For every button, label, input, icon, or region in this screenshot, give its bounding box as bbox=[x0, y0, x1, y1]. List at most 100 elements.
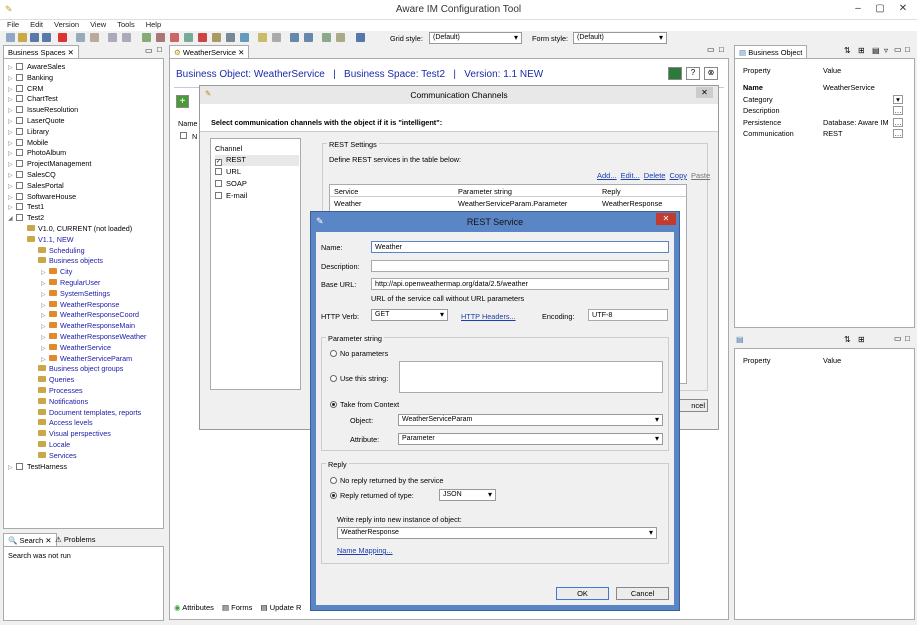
tree-item[interactable]: ▷ WeatherResponseCoord bbox=[41, 309, 139, 320]
add-attribute-icon[interactable]: + bbox=[176, 95, 189, 108]
tab-update-rules[interactable]: ▤ Update R bbox=[261, 603, 302, 612]
channel-checkbox[interactable] bbox=[215, 168, 222, 175]
edit-property-button[interactable]: … bbox=[893, 106, 903, 115]
expand-icon[interactable]: ▷ bbox=[8, 463, 14, 474]
minimize-button[interactable]: – bbox=[848, 2, 868, 16]
channel-e-mail[interactable]: E-mail bbox=[215, 191, 299, 202]
tool2-icon[interactable] bbox=[156, 33, 165, 42]
delete-icon[interactable] bbox=[58, 33, 67, 42]
tree-item[interactable]: ▷ CRM bbox=[8, 83, 43, 94]
tree-item[interactable]: Business objects bbox=[30, 255, 103, 266]
tab-attributes[interactable]: ◉ Attributes bbox=[174, 603, 214, 612]
menu-item-tools[interactable]: Tools bbox=[117, 20, 135, 29]
tool3-icon[interactable] bbox=[170, 33, 179, 42]
tree-item[interactable]: Access levels bbox=[30, 417, 93, 428]
tree-item[interactable]: ▷ AwareSales bbox=[8, 61, 65, 72]
form-style-select[interactable]: (Default) bbox=[573, 32, 667, 44]
link-copy[interactable]: Copy bbox=[669, 171, 687, 180]
tree-item[interactable]: Locale bbox=[30, 439, 70, 450]
menu-item-version[interactable]: Version bbox=[54, 20, 79, 29]
reply-object-select[interactable]: WeatherResponse bbox=[337, 527, 657, 539]
tool9-icon[interactable] bbox=[272, 33, 281, 42]
channel-checkbox[interactable] bbox=[215, 180, 222, 187]
tree-item[interactable]: Notifications bbox=[30, 396, 88, 407]
grid-style-select[interactable]: (Default) bbox=[429, 32, 522, 44]
param-string-textarea[interactable] bbox=[399, 361, 663, 393]
tree-item[interactable]: ▷ IssueResolution bbox=[8, 104, 78, 115]
tool8-icon[interactable] bbox=[240, 33, 249, 42]
name-mapping-link[interactable]: Name Mapping... bbox=[337, 546, 393, 555]
tree-item[interactable]: Business object groups bbox=[30, 363, 123, 374]
tree-item[interactable]: Visual perspectives bbox=[30, 428, 111, 439]
row-checkbox[interactable] bbox=[180, 132, 187, 139]
rest-dialog-close-button[interactable]: ✕ bbox=[656, 213, 676, 225]
tree-item[interactable]: ▷ RegularUser bbox=[41, 277, 100, 288]
channel-url[interactable]: URL bbox=[215, 167, 299, 178]
tree-item[interactable]: ▷ LaserQuote bbox=[8, 115, 65, 126]
copy-icon[interactable] bbox=[76, 33, 85, 42]
menu-icon[interactable]: ▿ bbox=[884, 46, 888, 55]
save-all-icon[interactable] bbox=[42, 33, 51, 42]
link-edit[interactable]: Edit... bbox=[621, 171, 640, 180]
tree-item[interactable]: ▷ ProjectManagement bbox=[8, 158, 91, 169]
tree-item[interactable]: ▷ WeatherService bbox=[41, 342, 111, 353]
object-select[interactable]: WeatherServiceParam bbox=[398, 414, 663, 426]
tab-business-spaces[interactable]: Business Spaces ✕ bbox=[3, 45, 79, 58]
property-value[interactable]: WeatherService bbox=[823, 83, 875, 92]
new-icon[interactable] bbox=[6, 33, 15, 42]
http-headers-link[interactable]: HTTP Headers... bbox=[461, 312, 516, 321]
menu-item-help[interactable]: Help bbox=[146, 20, 161, 29]
editor-maximize-icon[interactable]: □ bbox=[719, 45, 724, 54]
props2-maximize-icon[interactable]: □ bbox=[905, 334, 910, 343]
tool6-icon[interactable] bbox=[212, 33, 221, 42]
tree-item[interactable]: ▷ SalesPortal bbox=[8, 180, 64, 191]
reply-type-radio[interactable]: Reply returned of type: bbox=[330, 491, 414, 500]
editor-minimize-icon[interactable]: ▭ bbox=[707, 45, 715, 54]
paste-icon[interactable] bbox=[90, 33, 99, 42]
tool5-icon[interactable] bbox=[198, 33, 207, 42]
props2-minimize-icon[interactable]: ▭ bbox=[894, 334, 902, 343]
tree-item[interactable]: ▷ WeatherResponseMain bbox=[41, 320, 135, 331]
link-paste[interactable]: Paste bbox=[691, 171, 710, 180]
close-window-button[interactable]: ✕ bbox=[893, 2, 913, 16]
close-editor-icon[interactable]: ⊗ bbox=[704, 67, 718, 80]
reply-type-select[interactable]: JSON bbox=[439, 489, 496, 501]
menu-item-edit[interactable]: Edit bbox=[30, 20, 43, 29]
tree-item[interactable]: ▷ WeatherResponseWeather bbox=[41, 331, 146, 342]
tree-item[interactable]: Queries bbox=[30, 374, 74, 385]
maximize-button[interactable]: ▢ bbox=[870, 2, 890, 16]
encoding-input[interactable]: UTF-8 bbox=[588, 309, 668, 321]
tree-item[interactable]: ▷ ChartTest bbox=[8, 93, 58, 104]
property-value[interactable]: REST bbox=[823, 129, 842, 138]
comm-dialog-close-button[interactable]: ✕ bbox=[696, 87, 713, 98]
view-icon[interactable]: ▤ bbox=[872, 46, 880, 55]
tree-item[interactable]: ▷ SalesCQ bbox=[8, 169, 56, 180]
category-dropdown[interactable]: ▾ bbox=[893, 94, 903, 104]
base-url-input[interactable]: http://api.openweathermap.org/data/2.5/w… bbox=[371, 278, 669, 290]
sort-icon-2[interactable]: ⇅ bbox=[844, 335, 851, 344]
redo-icon[interactable] bbox=[122, 33, 131, 42]
tree-item[interactable]: V1.1, NEW bbox=[19, 234, 74, 245]
tool7-icon[interactable] bbox=[226, 33, 235, 42]
tool1-icon[interactable] bbox=[142, 33, 151, 42]
no-reply-radio[interactable]: No reply returned by the service bbox=[330, 476, 443, 485]
tree-item[interactable]: Services bbox=[30, 450, 77, 461]
tree-item[interactable]: ▷ Banking bbox=[8, 72, 53, 83]
open-icon[interactable] bbox=[18, 33, 27, 42]
use-string-radio[interactable]: Use this string: bbox=[330, 374, 388, 383]
channel-rest[interactable]: ✓ REST bbox=[215, 155, 299, 166]
sort-icon[interactable]: ⇅ bbox=[844, 46, 851, 55]
link-delete[interactable]: Delete bbox=[644, 171, 666, 180]
preview-icon[interactable] bbox=[356, 33, 365, 42]
tree-item[interactable]: ▷ Test1 bbox=[8, 201, 44, 212]
tab-weatherservice[interactable]: ⚙ WeatherService ✕ bbox=[169, 45, 250, 58]
table-row[interactable]: Weather WeatherServiceParam.Parameter We… bbox=[330, 198, 686, 209]
channel-soap[interactable]: SOAP bbox=[215, 179, 299, 190]
lock-icon[interactable] bbox=[258, 33, 267, 42]
tab-problems[interactable]: ⚠ Problems bbox=[55, 535, 96, 544]
tree-item[interactable]: ▷ City bbox=[41, 266, 72, 277]
cancel-button[interactable]: Cancel bbox=[616, 587, 669, 600]
name-input[interactable]: Weather bbox=[371, 241, 669, 253]
tool11-icon[interactable] bbox=[304, 33, 313, 42]
tree-item[interactable]: ▷ Mobile bbox=[8, 137, 48, 148]
